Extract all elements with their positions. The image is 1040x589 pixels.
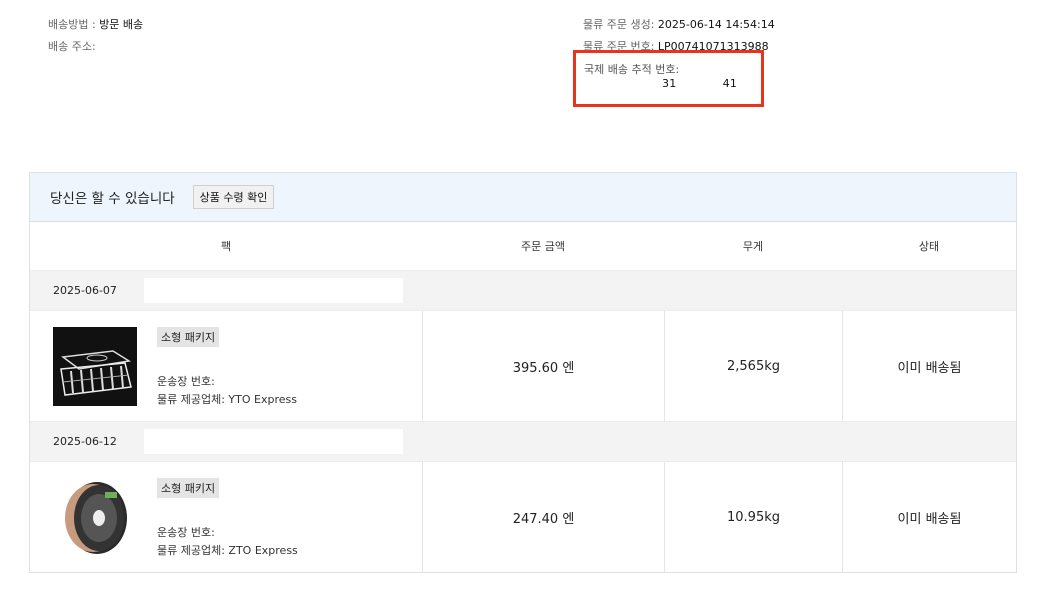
package-type-badge: 소형 패키지: [157, 478, 220, 498]
header-package: 팩: [220, 240, 232, 253]
tracking-number-end: 41: [722, 77, 738, 90]
weight-cell: 2,565kg: [664, 311, 842, 421]
package-cell: 소형 패키지 운송장 번호: 물류 제공업체: ZTO Express: [30, 462, 422, 572]
date-redaction: [143, 429, 403, 454]
amount-cell: 395.60 엔: [422, 311, 664, 421]
carrier-label: 물류 제공업체: YTO Express: [157, 393, 297, 406]
tracking-highlight-box: 국제 배송 추적 번호: 31 41: [573, 50, 764, 107]
shipping-address-label: 배송 주소:: [48, 40, 96, 53]
amount-cell: 247.40 엔: [422, 462, 664, 572]
waybill-label: 운송장 번호:: [157, 375, 215, 388]
filament-spool-image[interactable]: [53, 478, 137, 557]
confirm-receipt-button[interactable]: 상품 수령 확인: [192, 185, 275, 209]
tracking-label: 국제 배송 추적 번호:: [584, 63, 680, 76]
tracking-redaction: [676, 78, 723, 90]
orders-table: 당신은 할 수 있습니다 상품 수령 확인 팩 주문 금액 무게 상태 2025…: [29, 172, 1017, 573]
logistics-created-value: 2025-06-14 14:54:14: [657, 18, 775, 31]
action-bar: 당신은 할 수 있습니다 상품 수령 확인: [30, 173, 1016, 222]
logistics-created-row: 물류 주문 생성: 2025-06-14 14:54:14: [583, 14, 775, 36]
order-date: 2025-06-12: [53, 435, 117, 448]
table-row: 소형 패키지 운송장 번호: 물류 제공업체: YTO Express 395.…: [30, 311, 1016, 421]
tracking-number-start: 31: [662, 77, 677, 90]
package-type-badge: 소형 패키지: [157, 327, 220, 347]
action-prompt: 당신은 할 수 있습니다: [50, 191, 175, 207]
carrier-label: 물류 제공업체: ZTO Express: [157, 544, 298, 557]
shipping-method-value: 방문 배송: [99, 18, 144, 31]
tracking-number[interactable]: 31 41: [662, 77, 737, 90]
weight-cell: 10.95kg: [664, 462, 842, 572]
header-weight: 무게: [742, 240, 764, 253]
shipping-method-label: 배송방법 :: [48, 18, 96, 31]
header-status: 상태: [918, 240, 940, 253]
shipping-info: 배송방법 : 방문 배송 배송 주소:: [48, 14, 143, 58]
package-cell: 소형 패키지 운송장 번호: 물류 제공업체: YTO Express: [30, 311, 422, 421]
table-header: 팩 주문 금액 무게 상태: [30, 222, 1016, 270]
order-date-row: 2025-06-12: [30, 421, 1016, 462]
order-date: 2025-06-07: [53, 284, 117, 297]
waybill-label: 운송장 번호:: [157, 526, 215, 539]
date-redaction: [143, 278, 403, 303]
shipping-method-row: 배송방법 : 방문 배송: [48, 14, 143, 36]
header-amount: 주문 금액: [521, 240, 565, 253]
shipping-address-row: 배송 주소:: [48, 36, 143, 58]
logistics-created-label: 물류 주문 생성:: [583, 18, 655, 31]
status-cell: 이미 배송됨: [842, 462, 1016, 572]
status-cell: 이미 배송됨: [842, 311, 1016, 421]
order-date-row: 2025-06-07: [30, 270, 1016, 311]
acrylic-organizer-image[interactable]: [53, 327, 137, 406]
table-row: 소형 패키지 운송장 번호: 물류 제공업체: ZTO Express 247.…: [30, 462, 1016, 572]
